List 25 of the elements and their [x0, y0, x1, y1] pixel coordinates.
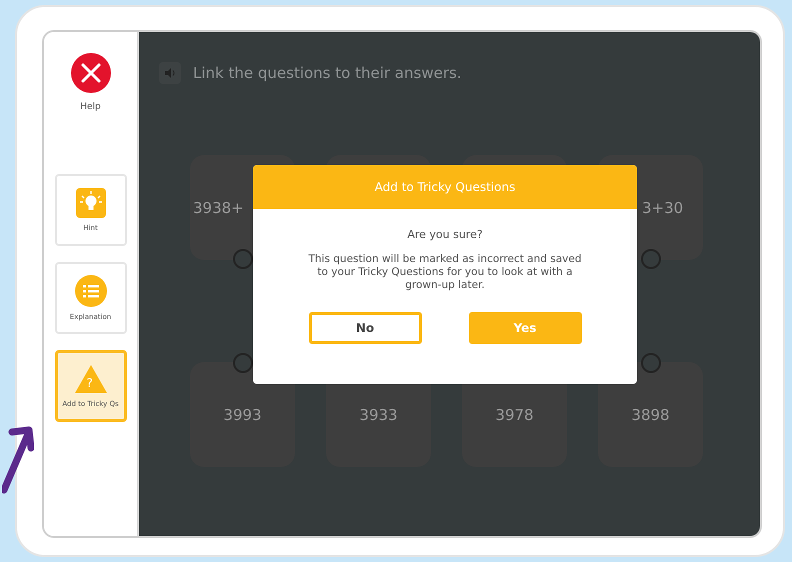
question-text: 3938+ [193, 198, 244, 216]
dialog-heading: Are you sure? [407, 228, 483, 241]
answer-text: 3993 [223, 406, 262, 424]
answer-text: 3933 [359, 406, 398, 424]
question-instruction: Link the questions to their answers. [193, 64, 462, 82]
link-handle[interactable] [641, 353, 661, 373]
link-handle[interactable] [641, 249, 661, 269]
answer-card[interactable]: 3993 [190, 362, 295, 467]
answer-text: 3898 [631, 406, 670, 424]
dialog-message: This question will be marked as incorrect and saved to your Tricky Questions for you to look at with a grown-up later. [307, 253, 583, 292]
help-button[interactable]: Help [70, 52, 112, 112]
list-icon [74, 274, 106, 307]
close-icon [70, 52, 112, 94]
question-mark-glyph: ? [86, 376, 93, 390]
speaker-icon [164, 67, 176, 79]
warning-icon [74, 364, 108, 394]
answer-text: 3978 [495, 406, 534, 424]
lightbulb-icon [76, 188, 106, 218]
speaker-button[interactable] [159, 62, 181, 84]
question-text: 3+30 [642, 198, 684, 216]
dialog-title: Add to Tricky Questions [253, 165, 637, 209]
cancel-button[interactable]: No [308, 312, 422, 344]
link-handle[interactable] [233, 353, 253, 373]
link-handle[interactable] [233, 249, 253, 269]
answer-card[interactable]: 3898 [598, 362, 703, 467]
